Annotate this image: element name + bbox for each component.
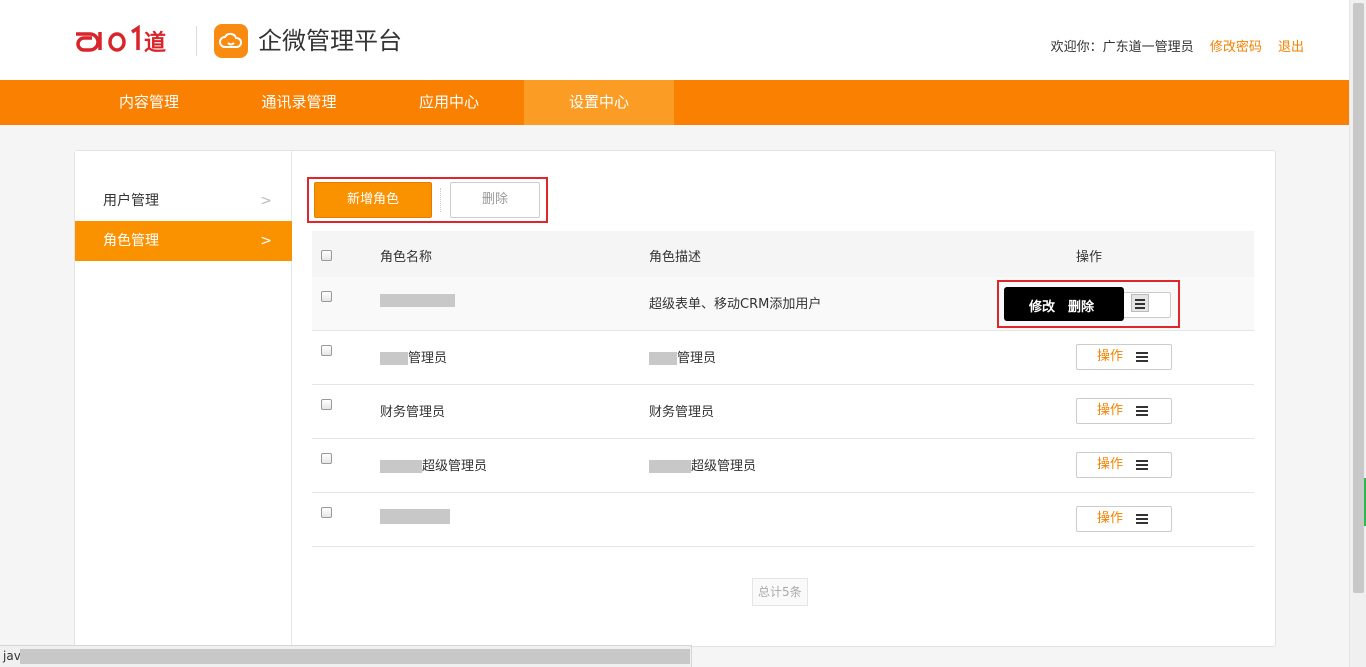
header-operation: 操作 [1076,250,1103,265]
logout-link[interactable]: 退出 [1278,40,1304,55]
welcome-text: 欢迎你：广东道一管理员 [1050,40,1194,55]
sidebar-item-user-management[interactable]: 用户管理 > [75,181,292,221]
row-checkbox[interactable] [321,291,332,302]
user-bar: 欢迎你：广东道一管理员 修改密码 退出 [1051,40,1304,56]
status-text: jav [3,649,21,663]
tab-content-management[interactable]: 内容管理 [74,80,224,125]
svg-text:道: 道 [144,30,166,56]
add-role-button[interactable]: 新增角色 [314,182,432,218]
operation-button[interactable]: 操作 [1076,398,1172,424]
select-all-checkbox[interactable] [321,250,332,261]
menu-icon [1136,406,1148,416]
roles-table: 角色名称 角色描述 操作 超级表单、移动CRM添加用户 修改 删除 管理员 管理… [312,231,1254,547]
toolbar-highlight: 新增角色 删除 [307,177,548,223]
table-header: 角色名称 角色描述 操作 [312,231,1254,277]
header-role-desc: 角色描述 [649,250,702,265]
row-checkbox[interactable] [321,399,332,410]
role-name: 管理员 [380,347,447,366]
operation-button[interactable]: 操作 [1076,452,1172,478]
row-checkbox[interactable] [321,507,332,518]
tab-app-center[interactable]: 应用中心 [374,80,524,125]
do1-logo: 道 [76,24,180,58]
redacted-block [380,509,450,524]
redacted-block [380,294,455,307]
table-row: 超级管理员 超级管理员 操作 [312,439,1254,493]
redacted-block [380,460,422,473]
page-scrollbar[interactable] [1349,0,1366,667]
operation-highlight: 修改 删除 [997,280,1180,328]
operation-button[interactable]: 操作 [1076,506,1172,532]
main-nav: 内容管理 通讯录管理 应用中心 设置中心 [0,80,1349,125]
role-desc: 管理员 [649,347,716,366]
delete-action[interactable]: 删除 [1068,296,1094,315]
main-panel: 用户管理 > 角色管理 > 新增角色 删除 角色名称 角色描述 操作 超级表单、… [74,150,1276,647]
tab-contacts-management[interactable]: 通讯录管理 [224,80,374,125]
scrollbar-thumb[interactable] [1353,3,1364,593]
chevron-right-icon: > [260,193,272,209]
role-name [380,293,455,308]
app-title: 企微管理平台 [258,27,402,55]
cloud-app-icon [214,24,248,58]
edit-action[interactable]: 修改 [1029,296,1055,315]
redacted-block [20,649,690,664]
redacted-block [649,460,691,473]
menu-icon [1136,514,1148,524]
browser-status-bar: jav [0,645,692,667]
menu-icon [1136,460,1148,470]
table-row: 管理员 管理员 操作 [312,331,1254,385]
row-checkbox[interactable] [321,345,332,356]
toolbar-separator [440,188,441,212]
sidebar: 用户管理 > 角色管理 > [75,151,292,646]
header-role-name: 角色名称 [380,250,433,265]
operation-button[interactable]: 操作 [1076,344,1172,370]
sidebar-item-role-management[interactable]: 角色管理 > [75,221,292,261]
tab-settings-center[interactable]: 设置中心 [524,80,674,125]
role-desc: 超级表单、移动CRM添加用户 [649,297,822,312]
sidebar-item-label: 用户管理 [103,193,159,209]
role-name [380,509,450,524]
logo-divider [196,26,197,56]
change-password-link[interactable]: 修改密码 [1210,40,1262,55]
menu-icon [1136,352,1148,362]
delete-button[interactable]: 删除 [450,182,540,218]
row-checkbox[interactable] [321,453,332,464]
role-name: 财务管理员 [380,405,446,420]
table-row: 操作 [312,493,1254,547]
redacted-block [380,352,408,365]
redacted-block [649,352,677,365]
role-name: 超级管理员 [380,455,487,474]
table-row: 超级表单、移动CRM添加用户 修改 删除 [312,277,1254,331]
role-desc: 财务管理员 [649,405,715,420]
total-count: 总计5条 [752,578,808,606]
chevron-right-icon: > [260,233,272,249]
header: 道 企微管理平台 欢迎你：广东道一管理员 修改密码 退出 [0,0,1349,80]
menu-icon[interactable] [1131,294,1149,312]
table-row: 财务管理员 财务管理员 操作 [312,385,1254,439]
operation-popup: 修改 删除 [1004,287,1124,321]
sidebar-item-label: 角色管理 [103,233,159,249]
role-desc: 超级管理员 [649,455,756,474]
